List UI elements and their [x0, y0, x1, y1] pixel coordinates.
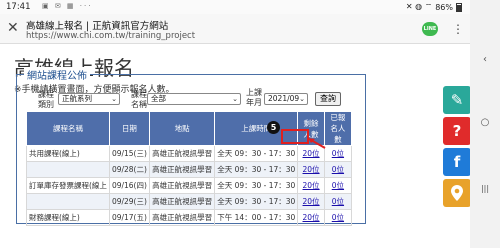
month-label: 上課 年月 [246, 88, 262, 108]
course-name-cell [26, 161, 110, 178]
place-cell: 高雄正航視訊學習 [148, 145, 216, 162]
registered-cell: 0位 [323, 193, 353, 210]
table-row: 訂單庫存發票課程(線上 09/16(四) 高雄正航視訊學習 全天 09：30 -… [26, 177, 353, 194]
date-cell: 09/29(三) [108, 193, 150, 210]
date-cell: 09/17(五) [108, 209, 150, 226]
registered-cell: 0位 [323, 145, 353, 162]
status-bar: 17:41 ▣ ✉ ▦ ··· ✕ ◍ ⌔ 86% [0, 0, 470, 14]
category-select[interactable]: 正航系列 ⌄ [58, 93, 120, 105]
home-icon[interactable]: ○ [480, 117, 490, 128]
more-options-icon[interactable]: ⋮ [452, 22, 464, 36]
close-icon[interactable]: ✕ [7, 20, 19, 36]
step-badge: 5 [267, 121, 280, 134]
url-address[interactable]: https://www.chi.com.tw/training_project [26, 31, 195, 41]
course-name-cell [26, 193, 110, 210]
location-pin-icon [451, 185, 463, 201]
facebook-button[interactable]: f [443, 148, 471, 176]
registered-link[interactable]: 0位 [332, 197, 344, 206]
time-cell: 全天 09：30 - 17：30 [214, 161, 299, 178]
table-row: 共用課程(線上) 09/15(三) 高雄正航視訊學習 全天 09：30 - 17… [26, 145, 353, 162]
arrow-icon [308, 138, 326, 149]
table-row: 09/28(二) 高雄正航視訊學習 全天 09：30 - 17：30 20位 0… [26, 161, 353, 178]
column-header: 地點 [148, 111, 216, 146]
column-header: 日期 [108, 111, 150, 146]
status-time: 17:41 [6, 2, 31, 12]
page-tab-title: 高雄線上報名 | 正航資訊官方網站 [26, 21, 169, 32]
remaining-link[interactable]: 20位 [303, 165, 320, 174]
status-right: ✕ ◍ ⌔ 86% [406, 2, 462, 12]
category-select-value: 正航系列 [62, 94, 92, 103]
chevron-down-icon: ⌄ [299, 95, 305, 103]
pencil-icon: ✎ [450, 91, 464, 109]
date-cell: 09/15(三) [108, 145, 150, 162]
course-name-label-line2: 名稱 [131, 100, 147, 109]
course-name-label-line1: 課程 [131, 90, 147, 99]
course-name-cell: 財務課程(線上) [26, 209, 110, 226]
highlight-box [281, 129, 309, 144]
column-header: 課程名稱 [26, 111, 110, 146]
registered-link[interactable]: 0位 [332, 213, 344, 222]
registered-cell: 0位 [323, 161, 353, 178]
registered-link[interactable]: 0位 [332, 165, 344, 174]
place-cell: 高雄正航視訊學習 [148, 161, 216, 178]
edit-button[interactable]: ✎ [443, 86, 471, 114]
course-name-cell: 共用課程(線上) [26, 145, 110, 162]
table-row: 09/29(三) 高雄正航視訊學習 全天 09：30 - 17：30 20位 0… [26, 193, 353, 210]
course-name-select-value: 全部 [151, 94, 166, 103]
month-label-line2: 年月 [246, 98, 262, 107]
time-cell: 全天 09：30 - 17：30 [214, 193, 299, 210]
notification-icons: ▣ ✉ ▦ ··· [42, 2, 93, 10]
battery-percent: 86% [435, 2, 453, 12]
help-button[interactable]: ? [443, 117, 471, 145]
chevron-down-icon: ⌄ [111, 95, 117, 103]
remaining-cell: 20位 [297, 209, 325, 226]
system-nav-bar: ‹ ○ ||| [470, 0, 500, 248]
registered-link[interactable]: 0位 [332, 149, 344, 158]
month-select[interactable]: 2021/09 ⌄ [264, 93, 308, 105]
category-label-line1: 課程 [38, 90, 54, 99]
query-button[interactable]: 查詢 [315, 92, 341, 106]
back-icon[interactable]: ‹ [480, 54, 490, 65]
remaining-cell: 20位 [297, 193, 325, 210]
course-name-cell: 訂單庫存發票課程(線上 [26, 177, 110, 194]
chevron-down-icon: ⌄ [232, 95, 238, 103]
registered-link[interactable]: 0位 [332, 181, 344, 190]
date-cell: 09/28(二) [108, 161, 150, 178]
category-label-line2: 類別 [38, 100, 54, 109]
place-cell: 高雄正航視訊學習 [148, 209, 216, 226]
signal-icons: ✕ ◍ ⌔ [405, 2, 433, 11]
registered-cell: 0位 [323, 177, 353, 194]
recent-apps-icon[interactable]: ||| [480, 184, 490, 193]
phone-screen: 17:41 ▣ ✉ ▦ ··· ✕ ◍ ⌔ 86% ✕ 高雄線上報名 | 正航資… [0, 0, 500, 248]
battery-icon [456, 2, 462, 12]
course-name-label: 課程 名稱 [131, 90, 147, 110]
table-row: 財務課程(線上) 09/17(五) 高雄正航視訊學習 下午 14：00 - 17… [26, 209, 353, 226]
section-title: 網站課程公佈 [24, 67, 90, 82]
time-cell: 全天 09：30 - 17：30 [214, 145, 299, 162]
remaining-cell: 20位 [297, 177, 325, 194]
remaining-link[interactable]: 20位 [303, 197, 320, 206]
remaining-link[interactable]: 20位 [303, 149, 320, 158]
remaining-cell: 20位 [297, 161, 325, 178]
question-icon: ? [452, 122, 462, 140]
column-header: 已報名人數 [323, 111, 353, 146]
registered-cell: 0位 [323, 209, 353, 226]
place-cell: 高雄正航視訊學習 [148, 177, 216, 194]
browser-url-bar: ✕ 高雄線上報名 | 正航資訊官方網站 https://www.chi.com.… [0, 14, 470, 44]
time-cell: 全天 09：30 - 17：30 [214, 177, 299, 194]
date-cell: 09/16(四) [108, 177, 150, 194]
location-button[interactable] [443, 179, 471, 207]
line-share-icon[interactable]: LINE [422, 22, 438, 36]
time-cell: 下午 14：00 - 17：30 [214, 209, 299, 226]
facebook-icon: f [453, 153, 461, 171]
remaining-link[interactable]: 20位 [303, 181, 320, 190]
place-cell: 高雄正航視訊學習 [148, 193, 216, 210]
month-label-line1: 上課 [246, 88, 262, 97]
course-name-select[interactable]: 全部 ⌄ [147, 93, 241, 105]
category-label: 課程 類別 [38, 90, 54, 110]
month-select-value: 2021/09 [268, 94, 300, 103]
remaining-link[interactable]: 20位 [303, 213, 320, 222]
